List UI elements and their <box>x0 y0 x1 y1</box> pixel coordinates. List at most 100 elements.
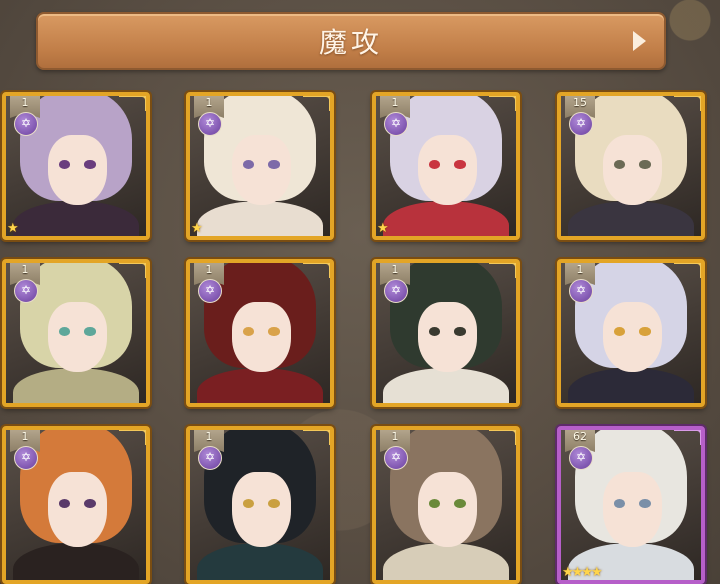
portrait-face <box>418 302 477 373</box>
portrait-eye <box>59 160 71 169</box>
portrait-eye <box>243 160 255 169</box>
level-badge: 1 ✡ <box>380 263 410 303</box>
portrait-face <box>603 135 662 206</box>
frame-corner-ornament <box>489 430 516 445</box>
level-text: 1 <box>205 96 213 109</box>
portrait-outfit <box>383 542 509 580</box>
magic-star-icon: ✡ <box>384 112 408 136</box>
level-text: 1 <box>21 263 29 276</box>
rarity-stars: ★ <box>377 221 389 236</box>
rarity-stars: ★ <box>191 221 203 236</box>
portrait-eye <box>454 160 466 169</box>
level-text: 1 <box>21 96 29 109</box>
portrait-face <box>232 135 291 206</box>
portrait-outfit <box>13 201 139 236</box>
character-card[interactable]: 1 ✡ <box>557 259 705 407</box>
frame-corner-ornament <box>303 263 330 278</box>
portrait-eye <box>639 327 651 336</box>
frame-corner-ornament <box>489 263 516 278</box>
frame-corner-ornament <box>674 430 701 445</box>
portrait-eye <box>639 160 651 169</box>
level-badge: 1 ✡ <box>10 430 40 470</box>
portrait-eye <box>243 327 255 336</box>
character-grid: 1 ✡ ★ 1 ✡ ★ 1 ✡ ★ 15 ✡ 1 ✡ 1 ✡ 1 ✡ 1 ✡ 1 ✡ 1 ✡ 1 ✡ 62 ✡ ★★★★ <box>0 0 720 584</box>
level-badge: 1 ✡ <box>194 263 224 303</box>
magic-star-icon: ✡ <box>198 279 222 303</box>
portrait-face <box>603 472 662 547</box>
magic-star-icon: ✡ <box>384 279 408 303</box>
portrait-face <box>603 302 662 373</box>
character-card[interactable]: 1 ✡ ★ <box>186 92 334 240</box>
character-card[interactable]: 1 ✡ <box>372 426 520 584</box>
portrait-eye <box>429 327 441 336</box>
portrait-outfit <box>197 201 323 236</box>
portrait-eye <box>614 160 626 169</box>
level-text: 62 <box>573 430 587 443</box>
character-card[interactable]: 15 ✡ <box>557 92 705 240</box>
character-card[interactable]: 1 ✡ <box>2 426 150 584</box>
portrait-outfit <box>13 368 139 403</box>
character-card[interactable]: 1 ✡ <box>186 426 334 584</box>
portrait-eye <box>614 327 626 336</box>
level-badge: 1 ✡ <box>10 263 40 303</box>
rarity-stars: ★ <box>7 221 19 236</box>
level-badge: 1 ✡ <box>10 96 40 136</box>
portrait-face <box>48 472 107 547</box>
portrait-eye <box>268 499 280 508</box>
frame-corner-ornament <box>119 430 146 445</box>
level-text: 1 <box>205 263 213 276</box>
level-badge: 1 ✡ <box>565 263 595 303</box>
level-text: 1 <box>21 430 29 443</box>
frame-corner-ornament <box>489 96 516 111</box>
portrait-eye <box>84 499 96 508</box>
portrait-eye <box>429 160 441 169</box>
character-card[interactable]: 1 ✡ <box>186 259 334 407</box>
magic-star-icon: ✡ <box>14 112 38 136</box>
portrait-outfit <box>197 368 323 403</box>
level-badge: 1 ✡ <box>380 96 410 136</box>
level-badge: 1 ✡ <box>194 96 224 136</box>
portrait-face <box>232 302 291 373</box>
portrait-outfit <box>568 368 694 403</box>
level-badge: 62 ✡ <box>565 430 595 470</box>
level-text: 1 <box>205 430 213 443</box>
level-badge: 1 ✡ <box>380 430 410 470</box>
frame-corner-ornament <box>674 96 701 111</box>
portrait-face <box>48 302 107 373</box>
portrait-outfit <box>13 542 139 580</box>
portrait-outfit <box>383 201 509 236</box>
magic-star-icon: ✡ <box>14 446 38 470</box>
magic-star-icon: ✡ <box>198 112 222 136</box>
character-card[interactable]: 1 ✡ <box>2 259 150 407</box>
portrait-eye <box>59 327 71 336</box>
portrait-outfit <box>568 201 694 236</box>
character-card[interactable]: 1 ✡ ★ <box>372 92 520 240</box>
level-badge: 15 ✡ <box>565 96 595 136</box>
character-card[interactable]: 62 ✡ ★★★★ <box>557 426 705 584</box>
level-text: 1 <box>391 430 399 443</box>
frame-corner-ornament <box>119 96 146 111</box>
portrait-eye <box>639 499 651 508</box>
portrait-eye <box>268 160 280 169</box>
rarity-stars: ★★★★ <box>562 565 603 580</box>
frame-corner-ornament <box>303 96 330 111</box>
portrait-eye <box>454 327 466 336</box>
portrait-face <box>418 472 477 547</box>
level-text: 1 <box>391 263 399 276</box>
portrait-eye <box>268 327 280 336</box>
magic-star-icon: ✡ <box>569 279 593 303</box>
portrait-eye <box>84 327 96 336</box>
level-text: 1 <box>576 263 584 276</box>
portrait-eye <box>454 499 466 508</box>
level-badge: 1 ✡ <box>194 430 224 470</box>
frame-corner-ornament <box>674 263 701 278</box>
magic-star-icon: ✡ <box>384 446 408 470</box>
frame-corner-ornament <box>303 430 330 445</box>
portrait-eye <box>84 160 96 169</box>
level-text: 1 <box>391 96 399 109</box>
character-card[interactable]: 1 ✡ ★ <box>2 92 150 240</box>
character-card[interactable]: 1 ✡ <box>372 259 520 407</box>
portrait-face <box>48 135 107 206</box>
magic-star-icon: ✡ <box>569 112 593 136</box>
portrait-outfit <box>383 368 509 403</box>
